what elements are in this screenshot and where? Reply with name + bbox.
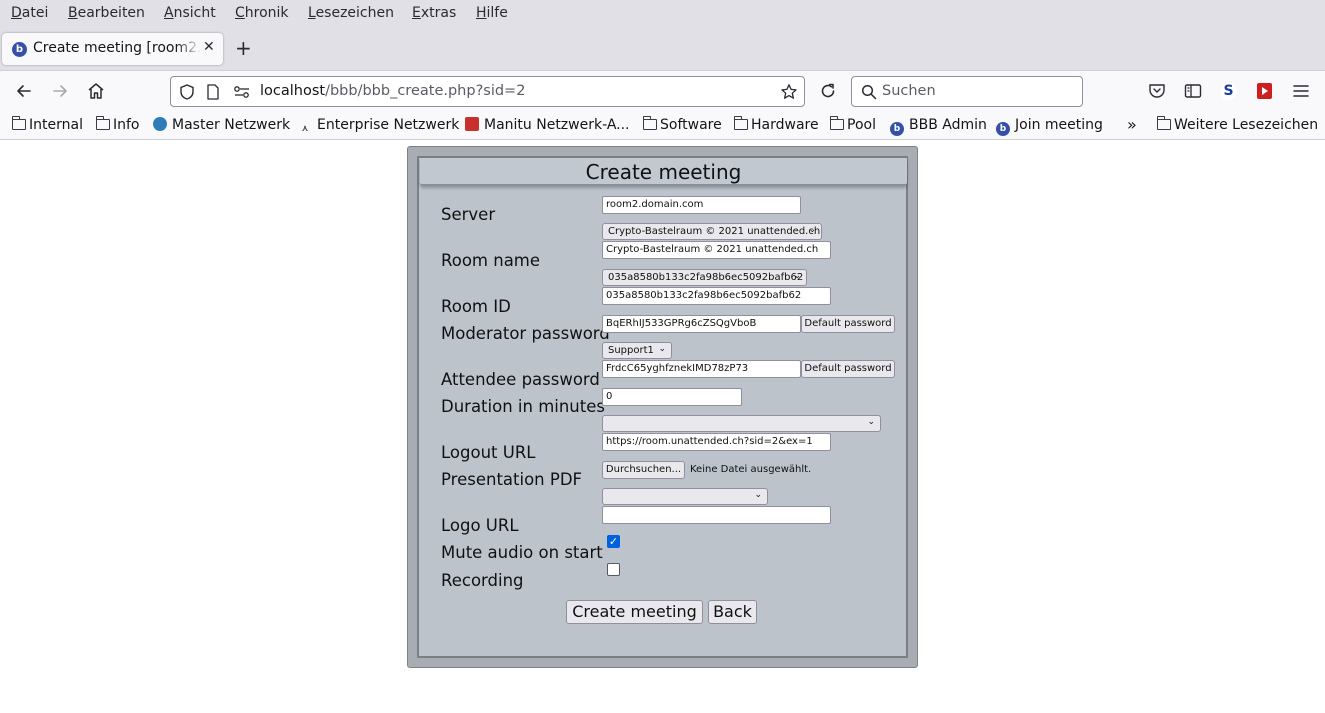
attendee-default-password-button[interactable]: Default password [801, 360, 895, 378]
search-bar[interactable]: Suchen [851, 76, 1083, 107]
bookmark-software[interactable]: Software [642, 116, 722, 133]
menu-datei[interactable]: Datei [11, 5, 48, 21]
create-meeting-panel: Create meeting Server room2.domain.com C… [407, 146, 918, 668]
bookmark-other[interactable]: Weitere Lesezeichen [1156, 116, 1318, 133]
chevron-down-icon: ⌄ [808, 225, 816, 235]
moderator-default-password-button[interactable]: Default password [801, 315, 895, 333]
logo-url-input[interactable] [602, 506, 831, 524]
manitu-icon [465, 117, 479, 131]
attendee-password-label: Attendee password [441, 370, 600, 389]
menu-lesezeichen[interactable]: Lesezeichen [308, 5, 394, 21]
bookmark-internal[interactable]: Internal [11, 116, 83, 133]
folder-icon [733, 116, 748, 130]
moderator-password-label: Moderator password [441, 324, 610, 343]
moderator-password-input[interactable]: BqERhIJ533GPRg6cZSQgVboB [602, 315, 801, 333]
room-id-label: Room ID [441, 297, 511, 316]
folder-icon [1156, 116, 1171, 130]
presentation-pdf-label: Presentation PDF [441, 470, 583, 489]
logout-url-label: Logout URL [441, 443, 536, 462]
room-id-select[interactable]: 035a8580b133c2fa98b6ec5092bafb62 ⌄ [602, 269, 807, 286]
permissions-icon[interactable] [233, 84, 251, 100]
youtube-extension-icon[interactable] [1257, 83, 1272, 99]
menu-ansicht[interactable]: Ansicht [164, 5, 216, 21]
url-bar[interactable]: localhost/bbb/bbb_create.php?sid=2 [170, 76, 805, 107]
bbb-favicon-icon: b [12, 42, 27, 57]
folder-icon [11, 116, 26, 130]
bookmark-enterprise-netzwerk[interactable]: ⋏ Enterprise Netzwerk [298, 117, 459, 136]
tab-create-meeting[interactable]: b Create meeting [room2.domain.com] ✕ [2, 33, 223, 65]
logo-url-label: Logo URL [441, 516, 519, 535]
menu-bar: Datei Bearbeiten Ansicht Chronik Lesezei… [0, 0, 1325, 28]
navigation-toolbar: localhost/bbb/bbb_create.php?sid=2 Suche… [0, 70, 1325, 112]
bookmarks-toolbar: Internal Info Master Netzwerk ⋏ Enterpris… [0, 112, 1325, 140]
home-icon[interactable] [86, 81, 106, 101]
reload-icon[interactable] [818, 81, 838, 101]
pocket-icon[interactable] [1147, 81, 1167, 101]
globe-icon [153, 117, 167, 131]
bookmarks-overflow-icon[interactable]: » [1127, 115, 1137, 134]
room-name-select[interactable]: Crypto-Bastelraum © 2021 unattended.ch ⌄ [602, 223, 822, 240]
file-status-text: Keine Datei ausgewählt. [690, 464, 812, 475]
bookmark-join-meeting[interactable]: b Join meeting [996, 117, 1103, 136]
search-placeholder: Suchen [882, 83, 936, 99]
chevron-down-icon: ⌄ [658, 344, 666, 354]
recording-label: Recording [441, 571, 524, 590]
bbb-icon: b [996, 122, 1010, 136]
menu-bearbeiten[interactable]: Bearbeiten [68, 5, 145, 21]
duration-label: Duration in minutes [441, 397, 605, 416]
room-name-label: Room name [441, 251, 541, 270]
search-icon [861, 84, 877, 100]
logout-url-input[interactable]: https://room.unattended.ch?sid=2&ex=1 [602, 433, 831, 451]
menu-hilfe[interactable]: Hilfe [476, 5, 508, 21]
new-tab-icon[interactable]: + [235, 36, 252, 60]
bookmark-info[interactable]: Info [95, 116, 140, 133]
bookmark-manitu[interactable]: Manitu Netzwerk-A... [465, 117, 630, 133]
shield-icon[interactable] [178, 83, 196, 101]
attendee-password-select[interactable]: Support1 ⌄ [602, 342, 672, 359]
chevron-down-icon: ⌄ [793, 271, 801, 281]
attendee-password-input[interactable]: FrdcC65yghfznekIMD78zP73 [602, 360, 801, 378]
create-meeting-button[interactable]: Create meeting [566, 600, 703, 624]
bookmark-star-icon[interactable] [780, 83, 798, 101]
enterprise-icon: ⋏ [301, 124, 309, 134]
mute-audio-label: Mute audio on start [441, 543, 603, 562]
menu-chronik[interactable]: Chronik [235, 5, 289, 21]
server-label: Server [441, 205, 496, 224]
menu-extras[interactable]: Extras [412, 5, 456, 21]
bookmark-hardware[interactable]: Hardware [733, 116, 819, 133]
sidebar-icon[interactable] [1183, 81, 1203, 101]
folder-icon [642, 116, 657, 130]
room-id-input[interactable]: 035a8580b133c2fa98b6ec5092bafb62 [602, 287, 831, 305]
logo-url-select[interactable]: ⌄ [602, 488, 768, 505]
url-text[interactable]: localhost/bbb/bbb_create.php?sid=2 [260, 83, 525, 99]
mute-audio-checkbox[interactable]: ✓ [607, 535, 620, 548]
chevron-down-icon: ⌄ [867, 417, 875, 427]
bbb-icon: b [890, 122, 904, 136]
recording-checkbox[interactable] [607, 563, 620, 576]
folder-icon [829, 116, 844, 130]
checkmark-icon: ✓ [608, 535, 619, 548]
browse-file-button[interactable]: Durchsuchen... [602, 461, 685, 479]
bookmark-pool[interactable]: Pool [829, 116, 876, 133]
logout-url-select[interactable]: ⌄ [602, 415, 881, 432]
page-icon[interactable] [205, 83, 221, 101]
room-name-input[interactable]: Crypto-Bastelraum © 2021 unattended.ch [602, 241, 831, 259]
back-icon[interactable] [14, 81, 34, 101]
server-input[interactable]: room2.domain.com [602, 196, 801, 214]
duration-input[interactable]: 0 [602, 388, 742, 406]
form-title: Create meeting [420, 158, 907, 186]
chevron-down-icon: ⌄ [754, 490, 762, 500]
menu-icon[interactable] [1291, 81, 1311, 101]
forward-icon[interactable] [50, 81, 70, 101]
tab-title: Create meeting [room2.domain.com] [33, 40, 201, 56]
tab-bar: b Create meeting [room2.domain.com] ✕ + [0, 28, 1325, 70]
s-extension-icon[interactable]: S [1220, 83, 1237, 100]
folder-icon [95, 116, 110, 130]
create-meeting-form: Create meeting Server room2.domain.com C… [417, 156, 908, 658]
back-button[interactable]: Back [708, 600, 757, 624]
bookmark-master-netzwerk[interactable]: Master Netzwerk [153, 117, 290, 133]
bookmark-bbb-admin[interactable]: b BBB Admin [890, 117, 987, 136]
close-tab-icon[interactable]: ✕ [203, 39, 215, 55]
